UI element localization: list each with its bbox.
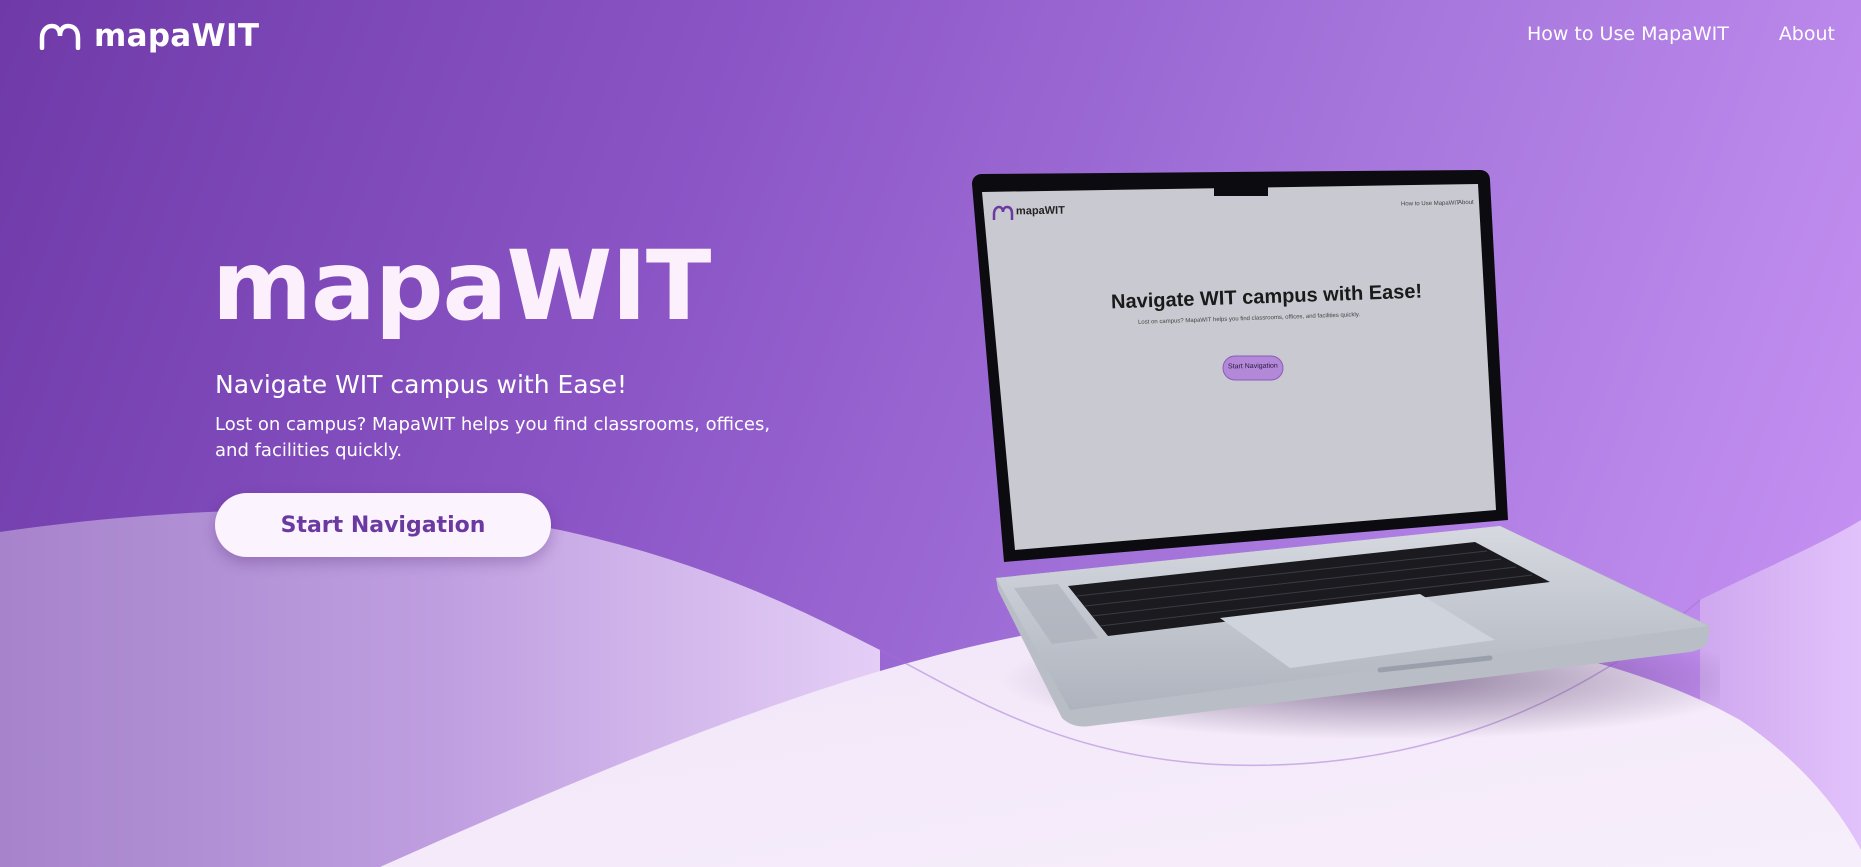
nav-links: How to Use MapaWIT About bbox=[1527, 23, 1835, 45]
nav-link-about[interactable]: About bbox=[1779, 23, 1835, 45]
hero-title: mapaWIT bbox=[212, 230, 711, 342]
laptop-mockup: mapaWIT How to Use MapaWIT About Navigat… bbox=[960, 170, 1720, 740]
top-navbar: mapaWIT How to Use MapaWIT About bbox=[0, 0, 1861, 75]
hero-description: Lost on campus? MapaWIT helps you find c… bbox=[215, 414, 771, 461]
brand-logo[interactable]: mapaWIT bbox=[38, 18, 259, 54]
arch-icon bbox=[39, 23, 81, 50]
screen-brand: mapaWIT bbox=[1015, 204, 1066, 218]
laptop-illustration bbox=[972, 170, 1720, 740]
hero-subtitle: Navigate WIT campus with Ease! bbox=[215, 370, 628, 399]
nav-link-how-to-use[interactable]: How to Use MapaWIT bbox=[1527, 23, 1729, 45]
start-navigation-button[interactable]: Start Navigation bbox=[215, 493, 551, 557]
screen-nav-link-how-to-use: How to Use MapaWIT bbox=[1400, 200, 1460, 208]
screen-cta: Start Navigation bbox=[1227, 362, 1278, 371]
brand-name: mapaWIT bbox=[94, 18, 260, 54]
screen-nav-link-about: About bbox=[1457, 199, 1474, 207]
